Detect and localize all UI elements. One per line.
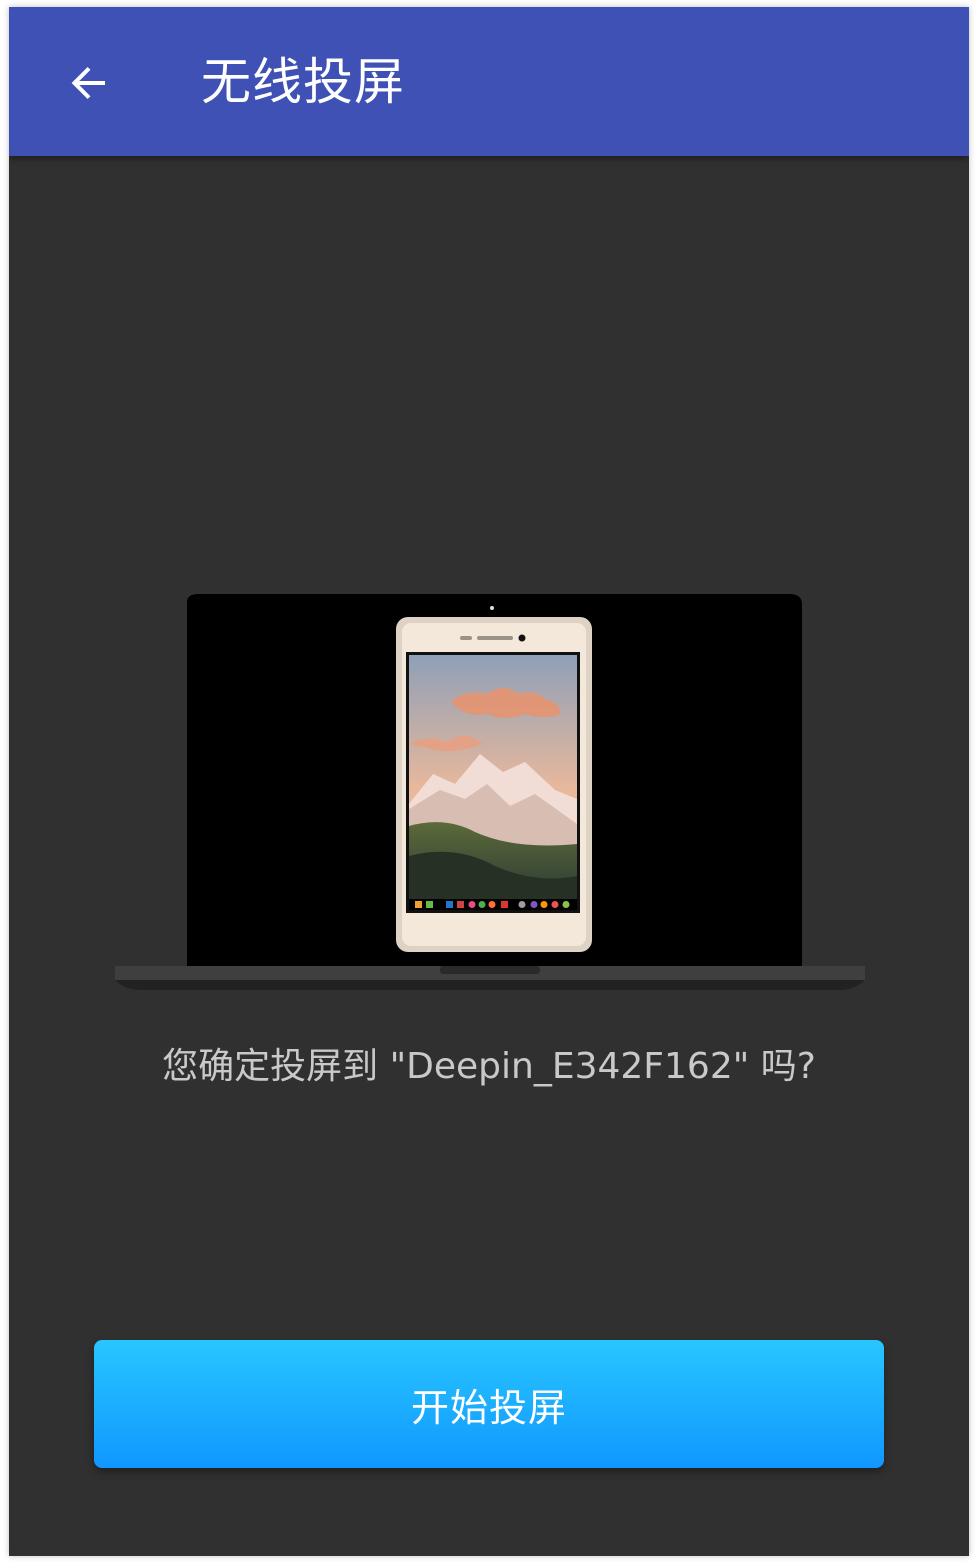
phone-icon <box>396 617 592 952</box>
page-title: 无线投屏 <box>201 53 405 111</box>
back-button[interactable] <box>49 43 129 123</box>
confirm-question: 您确定投屏到 "Deepin_E342F162" 吗? <box>162 1046 816 1087</box>
start-casting-button[interactable]: 开始投屏 <box>94 1340 884 1468</box>
screen: 无线投屏 您确定投屏到 "Deepin_E342F162" 吗? 开始投屏 <box>9 7 969 1556</box>
arrow-back-icon <box>71 67 105 99</box>
app-bar: 无线投屏 <box>9 7 969 156</box>
casting-illustration <box>115 594 865 994</box>
